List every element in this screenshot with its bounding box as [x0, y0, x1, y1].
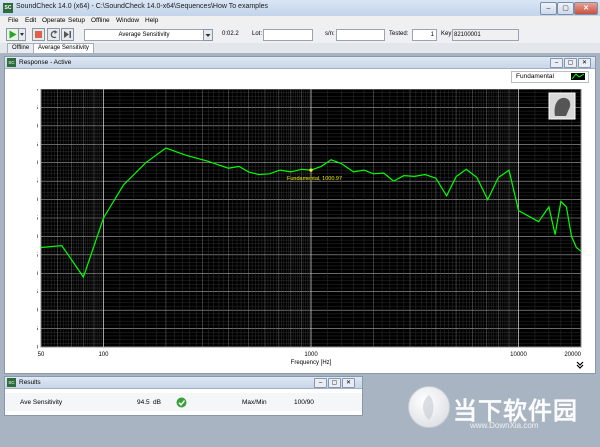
restore-button[interactable]: ▢: [564, 58, 577, 68]
stop-button[interactable]: [32, 28, 45, 41]
watermark-logo: [408, 386, 450, 428]
chevron-down-icon: [20, 33, 24, 36]
sequence-select[interactable]: Average Sensitivity: [84, 29, 204, 41]
close-button[interactable]: ✕: [578, 58, 591, 68]
app-icon: SC: [7, 378, 16, 387]
x-tick-label: 1000: [304, 352, 318, 358]
run-button[interactable]: [6, 28, 19, 41]
step-next-icon: [64, 31, 71, 38]
minimize-button[interactable]: –: [550, 58, 563, 68]
y-tick-label: 60: [37, 308, 39, 314]
minimize-button[interactable]: –: [540, 2, 557, 15]
tested-count: 1: [412, 29, 437, 41]
legend-label: Fundamental: [516, 73, 554, 80]
sn-label: s/n:: [325, 31, 335, 37]
play-icon: [9, 30, 17, 39]
y-tick-label: 55: [37, 327, 39, 333]
menu-setup[interactable]: Setup: [68, 17, 85, 24]
restore-button[interactable]: ▢: [328, 378, 341, 388]
y-tick-label: 115: [37, 105, 39, 111]
cursor-label: Fundamental, 1000.97: [287, 176, 342, 182]
y-tick-label: 85: [37, 216, 39, 222]
menu-edit[interactable]: Edit: [25, 17, 36, 24]
y-tick-label: 105: [37, 142, 39, 148]
app-icon: SC: [7, 58, 16, 67]
y-tick-label: 110: [37, 124, 39, 130]
tab-offline[interactable]: Offline: [7, 43, 35, 53]
results-window: SC Results – ▢ ✕ Ave Sensitivity 94.5 dB…: [4, 376, 363, 416]
tab-bar: Offline Average Sensitivity: [0, 43, 600, 53]
tab-average-sensitivity[interactable]: Average Sensitivity: [33, 43, 94, 53]
x-tick-label: 100: [98, 352, 109, 358]
response-window: SC Response - Active – ▢ ✕ Fundamental 5…: [4, 56, 596, 374]
results-title-bar: SC Results – ▢ ✕: [5, 377, 362, 389]
y-tick-label: 95: [37, 179, 39, 185]
results-row[interactable]: Ave Sensitivity 94.5 dB Max/Min 100/90: [5, 393, 362, 411]
y-tick-label: 80: [37, 234, 39, 240]
chevron-down-icon: [205, 34, 211, 37]
legend[interactable]: Fundamental: [511, 71, 589, 83]
run-dropdown[interactable]: [19, 28, 26, 41]
key-label: Key: [441, 31, 452, 37]
pass-icon: [176, 397, 187, 410]
stop-icon: [35, 31, 42, 38]
title-bar: SC SoundCheck 14.0 (x64) - C:\SoundCheck…: [0, 0, 600, 17]
cursor-marker: [309, 168, 313, 172]
results-title: Results: [19, 379, 41, 386]
app-icon: SC: [3, 3, 13, 13]
x-tick-label: 50: [38, 352, 45, 358]
response-title-bar: SC Response - Active – ▢ ✕: [5, 57, 595, 69]
menu-help[interactable]: Help: [145, 17, 158, 24]
y-tick-label: 70: [37, 271, 39, 277]
lot-input[interactable]: [263, 29, 313, 41]
result-unit: dB: [153, 399, 161, 406]
step-next-button[interactable]: [61, 28, 74, 41]
sn-input[interactable]: [336, 29, 385, 41]
menu-file[interactable]: File: [8, 17, 18, 24]
close-button[interactable]: ✕: [574, 2, 598, 15]
lot-label: Lot:: [252, 31, 263, 37]
response-chart[interactable]: 50 55 60 65 70 75 80 85 90 95 100 105 110 115 120 50 100…: [37, 89, 587, 369]
toolbar: Average Sensitivity 0:02.2 Lot: s/n: Tes…: [0, 26, 600, 44]
y-tick-label: 100: [37, 161, 39, 167]
x-axis-label: Frequency [Hz]: [291, 360, 332, 366]
y-tick-label: 75: [37, 253, 39, 259]
elapsed-time: 0:02.2: [222, 31, 239, 37]
step-back-button[interactable]: [47, 28, 60, 41]
result-name: Ave Sensitivity: [20, 399, 63, 406]
chevron-down-icon: [576, 361, 584, 366]
x-tick-label: 20000: [564, 352, 581, 358]
menu-operate[interactable]: Operate: [42, 17, 66, 24]
limit-value: 100/90: [294, 399, 314, 406]
x-tick-label: 10000: [510, 352, 527, 358]
limit-label: Max/Min: [242, 399, 267, 406]
watermark-url: www.DownXia.com: [470, 421, 539, 430]
result-value: 94.5: [137, 399, 150, 406]
minimize-button[interactable]: –: [314, 378, 327, 388]
key-value: 82100001: [452, 29, 519, 41]
response-title: Response - Active: [19, 59, 72, 66]
menu-offline[interactable]: Offline: [91, 17, 110, 24]
close-button[interactable]: ✕: [342, 378, 355, 388]
y-tick-label: 120: [37, 89, 39, 93]
menu-bar: File Edit Operate Setup Offline Window H…: [0, 16, 600, 26]
step-back-icon: [50, 30, 58, 39]
y-tick-label: 90: [37, 198, 39, 204]
window-title: SoundCheck 14.0 (x64) - C:\SoundCheck 14…: [16, 3, 269, 10]
legend-swatch: [571, 73, 585, 80]
y-tick-label: 65: [37, 290, 39, 296]
maximize-button[interactable]: ▢: [557, 2, 574, 15]
y-tick-label: 50: [37, 345, 39, 351]
menu-window[interactable]: Window: [116, 17, 139, 24]
sequence-dropdown[interactable]: [203, 29, 213, 41]
tested-label: Tested:: [389, 31, 409, 37]
